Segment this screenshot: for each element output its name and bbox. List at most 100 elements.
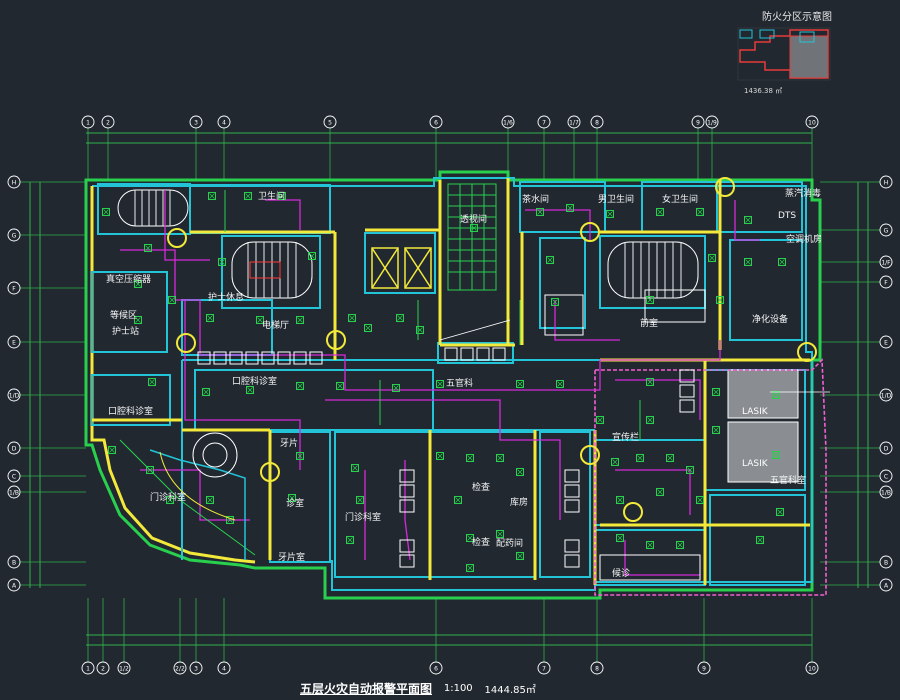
grid-axis-label: B	[12, 560, 16, 567]
grid-axis-right-3: F	[820, 275, 893, 289]
grid-axis-label: 2	[106, 120, 110, 127]
grid-axis-bottom-4: 3	[189, 598, 203, 675]
grid-axis-label: E	[884, 340, 888, 347]
smoke-detector-icon	[696, 496, 704, 504]
grid-axis-bottom-3: 2/2	[173, 598, 187, 675]
grid-axis-bottom-8: 8	[590, 598, 604, 675]
room-label-r11: 等候区	[110, 309, 137, 321]
grid-axis-top-5: 6	[429, 115, 443, 180]
grid-axis-label: D	[12, 446, 17, 453]
room-label-r26: 前室	[640, 317, 658, 329]
grid-axis-label: 10	[808, 666, 816, 673]
grid-axis-bottom-10: 10	[805, 598, 819, 675]
room-label-r31: 候诊	[612, 567, 630, 579]
grid-axis-bottom-6: 6	[429, 598, 443, 675]
smoke-detector-icon	[656, 208, 664, 216]
smoke-detector-icon	[348, 314, 356, 322]
smoke-detector-icon	[656, 488, 664, 496]
grid-axis-label: 1	[86, 666, 90, 673]
smoke-detector-icon	[708, 254, 716, 262]
room-label-r24: LASIK	[742, 459, 769, 469]
room-label-r12: 口腔科诊室	[232, 375, 277, 387]
smoke-detector-icon	[616, 496, 624, 504]
grid-axis-label: 5	[328, 120, 332, 127]
grid-axis-right-10: A	[820, 578, 893, 592]
room-label-r14: 五官科	[446, 377, 473, 389]
grid-axis-left-4: 1/D	[7, 388, 86, 402]
smoke-detector-icon	[336, 382, 344, 390]
smoke-detector-icon	[246, 386, 254, 394]
grid-axis-label: 8	[595, 666, 599, 673]
smoke-detector-icon	[646, 541, 654, 549]
smoke-detector-icon	[466, 454, 474, 462]
grid-axis-top-9: 8	[590, 115, 604, 180]
grid-axis-top-4: 5	[323, 115, 337, 180]
grid-axis-label: 4	[222, 120, 226, 127]
grid-axis-label: H	[12, 180, 17, 187]
grid-axis-bottom-7: 7	[537, 598, 551, 675]
grid-axis-label: C	[12, 474, 16, 481]
drawing-scale: 1:100	[443, 683, 473, 694]
grid-axis-right-6: D	[820, 441, 893, 455]
smoke-detector-icon	[616, 534, 624, 542]
smoke-detector-icon	[496, 454, 504, 462]
grid-axis-right-8: 1/B	[820, 485, 893, 499]
grid-axis-label: H	[884, 180, 889, 187]
smoke-detector-icon	[556, 380, 564, 388]
smoke-detector-icon	[364, 324, 372, 332]
smoke-detector-icon	[744, 258, 752, 266]
room-label-r6: 透视间	[460, 213, 487, 225]
inset-title: 防火分区示意图	[762, 12, 832, 23]
grid-axis-label: 8	[595, 120, 599, 127]
grid-axis-top-8: 1/7	[567, 115, 581, 180]
grid-axis-label: G	[884, 228, 889, 235]
grid-axis-left-3: E	[7, 335, 86, 349]
room-label-r21: 卫生间	[258, 190, 285, 202]
grid-axis-label: 9	[696, 120, 700, 127]
drawing-title: 五层火灾自动报警平面图	[300, 682, 433, 696]
inset-area-note: 1436.38 ㎡	[744, 87, 783, 95]
grid-axis-label: 1/B	[9, 490, 19, 497]
smoke-detector-icon	[712, 426, 720, 434]
smoke-detector-icon	[102, 208, 110, 216]
grid-axis-label: 1/7	[569, 120, 579, 127]
smoke-detector-icon	[778, 258, 786, 266]
grid-axis-label: C	[884, 474, 888, 481]
grid-axis-label: F	[884, 280, 888, 287]
grid-axis-left-2: F	[7, 281, 86, 295]
grid-axis-label: 7	[542, 666, 546, 673]
room-label-r9: 护士站	[112, 325, 139, 337]
smoke-detector-icon	[696, 208, 704, 216]
smoke-detector-icon	[346, 536, 354, 544]
grid-axis-left-5: D	[7, 441, 86, 455]
grid-axis-label: 1/9	[707, 120, 717, 127]
smoke-detector-icon	[202, 388, 210, 396]
room-label-r16: 牙片	[280, 437, 298, 449]
smoke-detector-icon	[744, 216, 752, 224]
smoke-detector-icon	[596, 416, 604, 424]
smoke-detector-icon	[776, 508, 784, 516]
grid-axis-label: 1/F	[881, 260, 891, 267]
smoke-detector-icon	[646, 416, 654, 424]
grid-axis-top-3: 4	[217, 115, 231, 180]
grid-axis-label: 1/B	[881, 490, 891, 497]
grid-axis-top-6: 1/6	[501, 115, 515, 180]
smoke-detector-icon	[712, 388, 720, 396]
grid-axis-label: F	[12, 286, 16, 293]
signal-wiring	[119, 190, 641, 556]
grid-axis-top-7: 7	[537, 115, 551, 180]
smoke-detector-icon	[516, 468, 524, 476]
smoke-detector-icon	[611, 458, 619, 466]
smoke-detector-icon	[436, 380, 444, 388]
smoke-detector-icon	[436, 452, 444, 460]
grid-axis-label: 3	[194, 120, 198, 127]
grid-axis-label: A	[884, 583, 889, 590]
grid-axis-label: 2	[101, 666, 105, 673]
grid-axis-left-6: C	[7, 469, 86, 483]
smoke-detector-icon	[108, 446, 116, 454]
smoke-detector-icon	[244, 192, 252, 200]
room-label-r13: 口腔科诊室	[108, 405, 153, 417]
grid-axis-top-0: 1	[81, 115, 95, 180]
grid-axes-top: 1 2 3 4 5 6 1/6 7 1/7 8 9 1/9 10	[81, 115, 819, 180]
drawing-title-block: 五层火灾自动报警平面图 1:100 1444.85㎡	[300, 680, 600, 696]
